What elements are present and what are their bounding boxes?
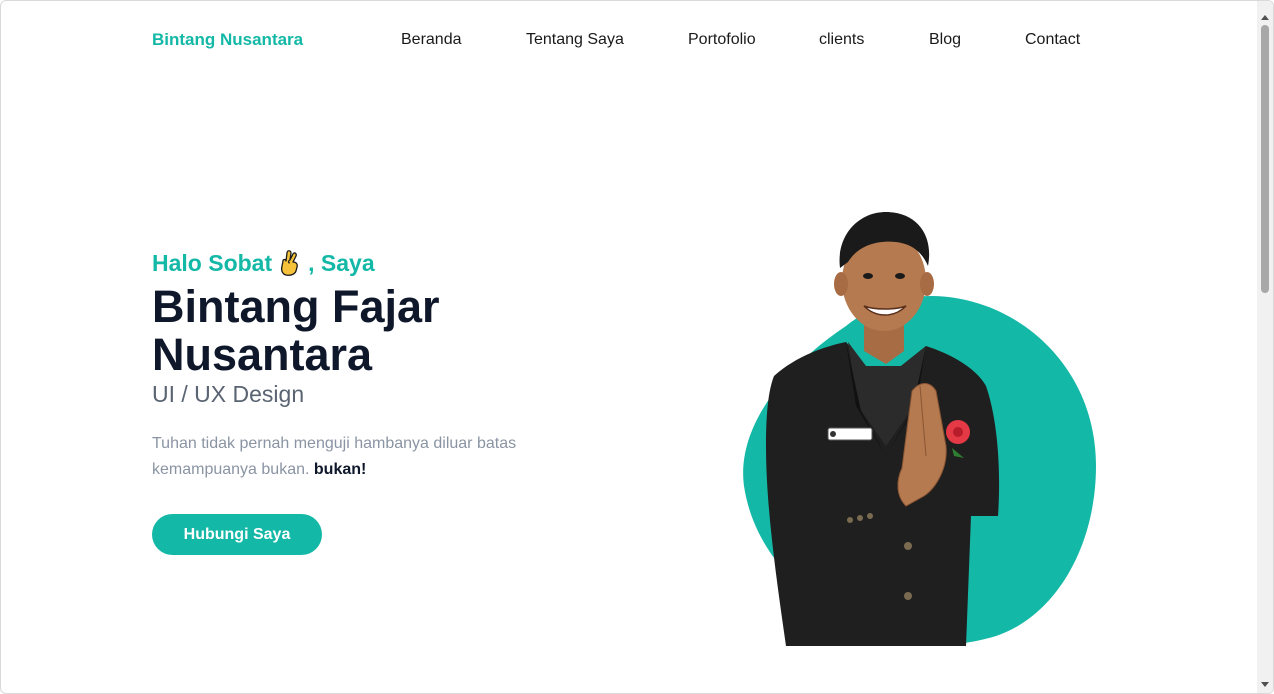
nav-link-clients[interactable]: clients (819, 31, 864, 49)
page-scrollbar[interactable] (1257, 1, 1273, 693)
greeting-suffix: , Saya (308, 249, 375, 276)
quote-emphasis: bukan! (313, 461, 367, 478)
scroll-down-arrow-icon[interactable] (1261, 682, 1269, 687)
main-nav: Beranda Tentang Saya Portofolio clients … (1, 31, 1259, 53)
hero-role: UI / UX Design (152, 381, 305, 407)
hero-quote: Tuhan tidak pernah menguji hambanya dilu… (152, 431, 552, 483)
nav-link-blog[interactable]: Blog (929, 31, 961, 49)
hero-greeting: Halo Sobat , Saya (152, 249, 375, 277)
nav-link-portofolio[interactable]: Portofolio (688, 31, 756, 49)
nav-link-contact[interactable]: Contact (1025, 31, 1080, 49)
contact-button[interactable]: Hubungi Saya (152, 514, 322, 555)
hero-name: Bintang Fajar Nusantara (152, 281, 440, 380)
nav-link-tentang-saya[interactable]: Tentang Saya (526, 31, 624, 49)
nav-link-beranda[interactable]: Beranda (401, 31, 462, 49)
scrollbar-thumb[interactable] (1261, 25, 1269, 293)
browser-viewport: Bintang Nusantara Beranda Tentang Saya P… (0, 0, 1274, 694)
crossed-fingers-icon (281, 250, 299, 276)
greeting-text: Halo Sobat (152, 249, 273, 276)
hero-portrait (743, 212, 1096, 646)
scroll-up-arrow-icon[interactable] (1261, 15, 1269, 20)
